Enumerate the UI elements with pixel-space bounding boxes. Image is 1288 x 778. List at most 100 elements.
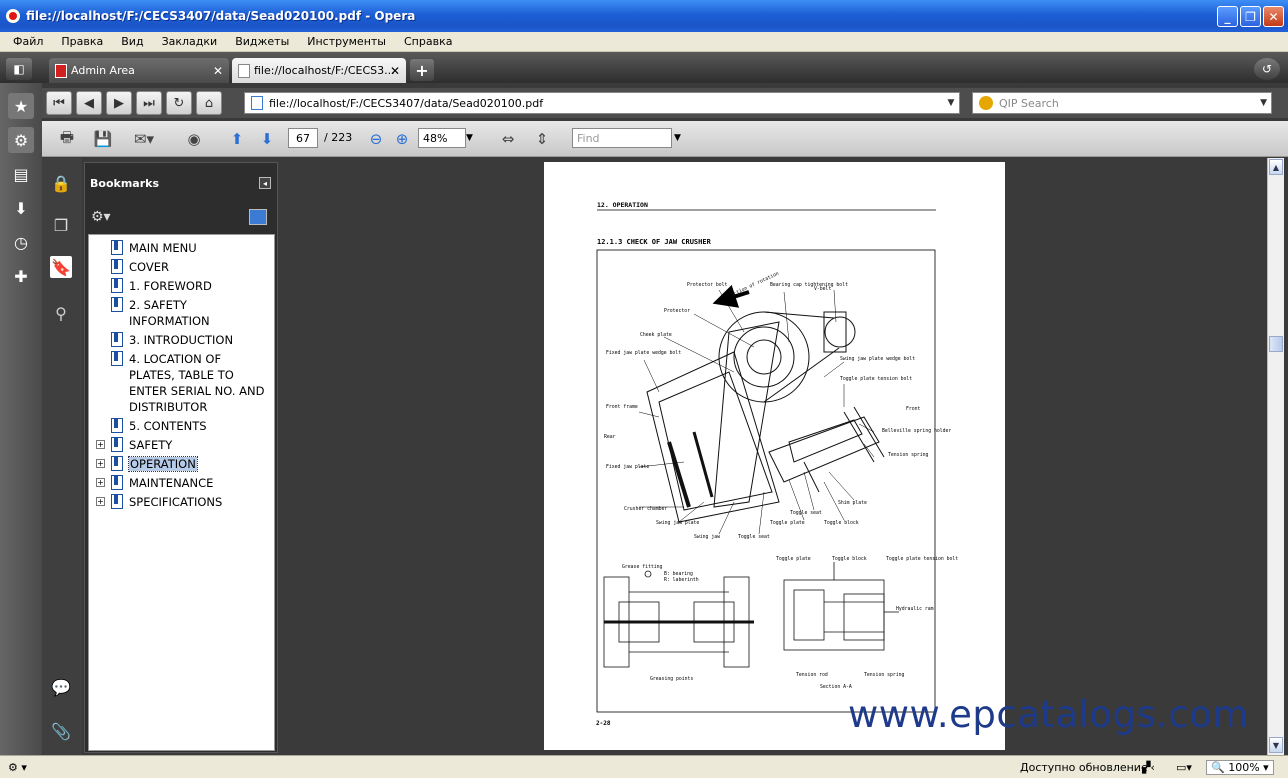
zoom-dropdown-icon[interactable]: ▼	[466, 128, 478, 148]
tab-pdf[interactable]: file://localhost/F:/CECS3... ✕	[232, 58, 406, 83]
bookmark-item[interactable]: + SAFETY	[89, 437, 274, 453]
trash-icon[interactable]: ↺	[1254, 58, 1280, 80]
collaborate-icon[interactable]: ◉	[180, 126, 208, 152]
bookmark-label: 2. SAFETY INFORMATION	[129, 298, 210, 328]
tab-admin-area[interactable]: Admin Area ✕	[49, 58, 229, 83]
forward-button[interactable]: ▶	[106, 91, 132, 115]
section-title: 12.1.3 CHECK OF JAW CRUSHER	[597, 238, 712, 246]
find-input[interactable]: Find	[572, 128, 672, 148]
search-dropdown-icon[interactable]: ▼	[1260, 98, 1267, 108]
window-title: file://localhost/F:/CECS3407/data/Sead02…	[26, 9, 416, 23]
menu-edit[interactable]: Правка	[52, 35, 112, 48]
menu-bookmarks[interactable]: Закладки	[153, 35, 227, 48]
tab-close-icon[interactable]: ✕	[390, 64, 400, 78]
view-icon[interactable]: ▞‹	[1142, 761, 1155, 774]
widgets-panel-icon[interactable]: ⚙	[8, 127, 34, 153]
menu-view[interactable]: Вид	[112, 35, 152, 48]
search-binoculars-icon[interactable]: ⚲	[50, 302, 72, 324]
previous-page-icon[interactable]: ⬆	[226, 126, 248, 152]
address-field[interactable]: file://localhost/F:/CECS3407/data/Sead02…	[244, 92, 960, 114]
options-gear-icon[interactable]: ⚙▾	[91, 209, 111, 225]
fit-width-icon[interactable]: ⇔	[496, 126, 520, 152]
vertical-scrollbar[interactable]: ▲ ▼	[1267, 158, 1284, 755]
scroll-thumb[interactable]	[1269, 336, 1283, 352]
display-icon[interactable]: ▭▾	[1176, 761, 1192, 774]
page-number-input[interactable]: 67	[288, 128, 318, 148]
zoom-input[interactable]: 48%	[418, 128, 466, 148]
bookmark-item[interactable]: 3. INTRODUCTION	[89, 332, 274, 348]
find-dropdown-icon[interactable]: ▼	[674, 128, 684, 148]
tab-close-icon[interactable]: ✕	[213, 64, 223, 78]
label-tension-rod: Tension rod	[796, 672, 828, 678]
bookmark-item[interactable]: 4. LOCATION OF PLATES, TABLE TO ENTER SE…	[89, 351, 274, 415]
document-viewer: 12. OPERATION 12.1.3 CHECK OF JAW CRUSHE…	[280, 158, 1267, 755]
expand-icon[interactable]: +	[96, 459, 105, 468]
bookmark-item[interactable]: 1. FOREWORD	[89, 278, 274, 294]
zoom-status[interactable]: 🔍 100% ▾	[1206, 759, 1274, 775]
panel-toggle-button[interactable]: ◧	[6, 58, 32, 80]
label-front-frame: Front frame	[606, 404, 638, 410]
home-button[interactable]: ⌂	[196, 91, 222, 115]
comments-icon[interactable]: 💬	[50, 676, 72, 698]
bookmark-item[interactable]: + SPECIFICATIONS	[89, 494, 274, 510]
address-dropdown-icon[interactable]: ▼	[944, 93, 958, 113]
pages-icon[interactable]: ❐	[50, 214, 72, 236]
back-button[interactable]: ◀	[76, 91, 102, 115]
reload-button[interactable]: ↻	[166, 91, 192, 115]
menu-help[interactable]: Справка	[395, 35, 461, 48]
label-tension-spring: Tension spring	[888, 452, 929, 458]
new-tab-button[interactable]: +	[410, 59, 434, 81]
menu-widgets[interactable]: Виджеты	[226, 35, 298, 48]
search-field[interactable]: QIP Search ▼	[972, 92, 1272, 114]
label-swing-jaw-wedge: Swing jaw plate wedge bolt	[840, 356, 915, 362]
address-url: file://localhost/F:/CECS3407/data/Sead02…	[269, 96, 544, 110]
label-toggle-plate: Toggle plate	[770, 520, 805, 526]
bookmark-item[interactable]: 2. SAFETY INFORMATION	[89, 297, 274, 329]
expand-icon[interactable]: +	[96, 497, 105, 506]
restore-button[interactable]: ❐	[1240, 6, 1261, 27]
navigation-bar: ⏮ ◀ ▶ ⏭ ↻ ⌂ file://localhost/F:/CECS3407…	[42, 88, 1288, 118]
share-icon[interactable]: ✉▾	[126, 126, 162, 152]
next-page-icon[interactable]: ⬇	[256, 126, 278, 152]
fast-forward-button[interactable]: ⏭	[136, 91, 162, 115]
bookmark-label: OPERATION	[128, 456, 198, 472]
zoom-in-icon[interactable]: ⊕	[392, 126, 412, 152]
save-icon[interactable]: 💾	[90, 126, 116, 152]
update-available[interactable]: Доступно обновление	[1020, 761, 1148, 774]
label-swing-jaw: Swing jaw	[694, 534, 720, 540]
zoom-out-icon[interactable]: ⊖	[366, 126, 386, 152]
rewind-button[interactable]: ⏮	[46, 91, 72, 115]
label-toggle-seat: Toggle seat	[790, 510, 822, 516]
fit-page-icon[interactable]: ⇕	[530, 126, 554, 152]
bookmark-item[interactable]: COVER	[89, 259, 274, 275]
bookmark-item[interactable]: + OPERATION	[89, 456, 274, 472]
bookmark-icon	[111, 437, 123, 452]
expand-icon[interactable]: +	[96, 440, 105, 449]
scroll-down-icon[interactable]: ▼	[1269, 737, 1283, 753]
network-icon[interactable]: ⚙ ▾	[8, 761, 27, 774]
attachments-icon[interactable]: 📎	[50, 720, 72, 742]
bookmark-item[interactable]: MAIN MENU	[89, 240, 274, 256]
bookmarks-toolbar: ⚙▾	[85, 203, 277, 233]
bookmark-icon	[111, 456, 123, 471]
lock-icon[interactable]: 🔒	[50, 172, 72, 194]
new-bookmark-icon[interactable]	[249, 209, 267, 225]
close-button[interactable]: ✕	[1263, 6, 1284, 27]
notes-panel-icon[interactable]: ▤	[8, 161, 34, 187]
expand-icon[interactable]: +	[96, 478, 105, 487]
menu-file[interactable]: Файл	[4, 35, 52, 48]
add-panel-icon[interactable]: ✚	[8, 263, 34, 289]
bookmark-label: 5. CONTENTS	[129, 419, 207, 433]
bookmark-item[interactable]: 5. CONTENTS	[89, 418, 274, 434]
scroll-up-icon[interactable]: ▲	[1269, 159, 1283, 175]
bookmarks-panel-icon[interactable]: ★	[8, 93, 34, 119]
menu-tools[interactable]: Инструменты	[298, 35, 395, 48]
bookmarks-icon[interactable]: 🔖	[50, 256, 72, 278]
history-panel-icon[interactable]: ◷	[8, 229, 34, 255]
downloads-panel-icon[interactable]: ⬇	[8, 195, 34, 221]
bookmark-icon	[111, 259, 123, 274]
print-icon[interactable]: 🖶	[54, 126, 80, 152]
bookmark-item[interactable]: + MAINTENANCE	[89, 475, 274, 491]
minimize-button[interactable]: _	[1217, 6, 1238, 27]
collapse-panel-icon[interactable]: ◂	[259, 177, 271, 189]
